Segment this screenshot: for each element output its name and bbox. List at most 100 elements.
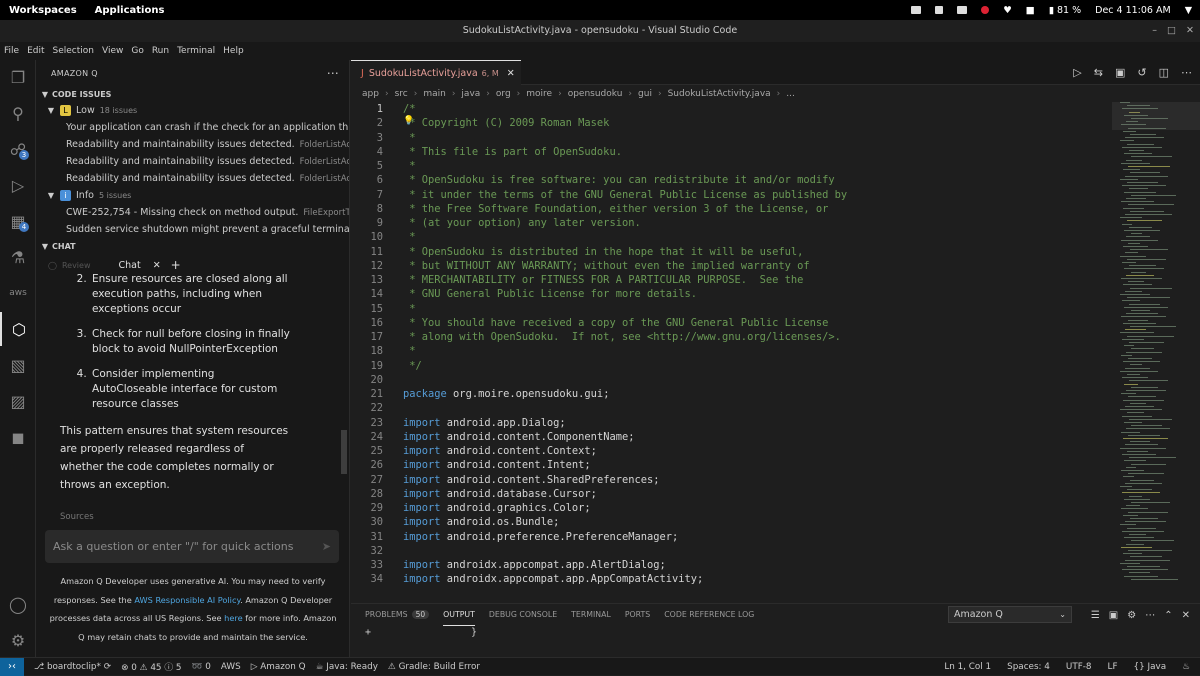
breadcrumb-item[interactable]: src <box>395 89 408 99</box>
problems-status[interactable]: ⊗ 0 ⚠ 45 ⓘ 5 <box>121 660 181 673</box>
amazon-q-status[interactable]: ▷ Amazon Q <box>251 662 306 672</box>
issue-group-info[interactable]: ▼ i Info 5 issues <box>36 187 349 204</box>
minimap-viewport[interactable] <box>1112 102 1200 130</box>
source-control-icon[interactable]: ☍ 3 <box>0 132 36 166</box>
breadcrumb-item[interactable]: app <box>362 89 379 99</box>
line-ending[interactable]: LF <box>1108 662 1118 672</box>
close-tab-icon[interactable]: ✕ <box>153 260 161 271</box>
sync-icon[interactable]: ⟳ <box>104 662 111 672</box>
code-line[interactable]: * OpenSudoku is free software: you can r… <box>403 174 834 186</box>
chat-scrollbar[interactable] <box>341 430 347 474</box>
code-editor[interactable]: 1/* 2 * Copyright (C) 2009 Roman Masek 💡 3 … <box>351 102 1111 592</box>
tab-problems[interactable]: PROBLEMS 50 <box>365 604 430 626</box>
testing-icon[interactable]: ⚗ <box>0 240 36 274</box>
applications-button[interactable]: Applications <box>86 5 174 16</box>
extensions-icon[interactable]: ▦ 4 <box>0 204 36 238</box>
menu-terminal[interactable]: Terminal <box>173 46 219 56</box>
code-line[interactable]: import android.graphics.Color; <box>403 502 591 514</box>
code-line[interactable]: * <box>403 231 415 243</box>
more-actions-icon[interactable]: ⋯ <box>1145 610 1155 621</box>
code-line[interactable]: import android.os.Bundle; <box>403 516 559 528</box>
maximize-panel-icon[interactable]: ⌃ <box>1164 610 1172 621</box>
menu-edit[interactable]: Edit <box>23 46 48 56</box>
tab-output[interactable]: OUTPUT <box>443 604 475 626</box>
run-debug-icon[interactable]: ▷ <box>0 168 36 202</box>
code-line[interactable]: * This file is part of OpenSudoku. <box>403 146 622 158</box>
send-icon[interactable]: ➤ <box>322 530 331 563</box>
tab-code-reference-log[interactable]: CODE REFERENCE LOG <box>664 604 754 626</box>
battery-status[interactable]: ▮ 81 % <box>1049 5 1081 16</box>
search-icon[interactable]: ⚲ <box>0 96 36 130</box>
tab-review[interactable]: Review <box>62 261 91 270</box>
breadcrumb-item[interactable]: org <box>496 89 511 99</box>
close-tab-icon[interactable]: ✕ <box>507 68 515 79</box>
menu-selection[interactable]: Selection <box>49 46 98 56</box>
record-icon[interactable] <box>981 6 990 14</box>
tab-chat[interactable]: Chat <box>119 260 141 271</box>
encoding[interactable]: UTF-8 <box>1066 662 1092 672</box>
chat-input[interactable]: Ask a question or enter "/" for quick ac… <box>45 530 339 563</box>
code-line[interactable]: * the Free Software Foundation, either v… <box>403 203 828 215</box>
run-icon[interactable]: ▷ <box>1073 66 1081 79</box>
here-link[interactable]: here <box>224 613 242 623</box>
language-mode[interactable]: {} Java <box>1134 662 1167 672</box>
menu-run[interactable]: Run <box>148 46 173 56</box>
code-line[interactable]: * OpenSudoku is distributed in the hope … <box>403 246 803 258</box>
workspaces-button[interactable]: Workspaces <box>0 5 86 16</box>
menu-file[interactable]: File <box>0 46 23 56</box>
tab-ports[interactable]: PORTS <box>625 604 650 626</box>
wifi-icon[interactable]: ♥ <box>1003 5 1012 16</box>
issue-item[interactable]: CWE-252,754 - Missing check on method ou… <box>36 204 349 221</box>
clock[interactable]: Dec 4 11:06 AM <box>1095 5 1171 16</box>
issue-item[interactable]: Sudden service shutdown might prevent a … <box>36 221 349 238</box>
breadcrumb-item[interactable]: opensudoku <box>568 89 623 99</box>
code-line[interactable]: * <box>403 303 415 315</box>
issue-group-low[interactable]: ▼ L Low 18 issues <box>36 102 349 119</box>
code-line[interactable]: */ <box>403 360 422 372</box>
more-actions-icon[interactable]: ⋯ <box>1181 66 1192 79</box>
breadcrumb-item[interactable]: java <box>461 89 480 99</box>
aws-icon[interactable]: aws <box>0 276 36 310</box>
code-line[interactable]: * but WITHOUT ANY WARRANTY; without even… <box>403 260 809 272</box>
code-line[interactable]: import android.app.Dialog; <box>403 417 566 429</box>
code-line[interactable]: * GNU General Public License for more de… <box>403 288 697 300</box>
issue-item[interactable]: Readability and maintainability issues d… <box>36 136 349 153</box>
close-panel-icon[interactable]: ✕ <box>1182 610 1190 621</box>
list-icon[interactable]: ☰ <box>1091 610 1100 621</box>
lightbulb-icon[interactable]: 💡 <box>403 116 414 126</box>
code-line[interactable]: * <box>403 345 415 357</box>
minimap[interactable] <box>1112 102 1200 592</box>
breadcrumb-item[interactable]: main <box>423 89 446 99</box>
output-channel-select[interactable]: Amazon Q ⌄ <box>948 606 1072 623</box>
volume-icon[interactable]: ■ <box>1026 5 1035 16</box>
tab-debug-console[interactable]: DEBUG CONSOLE <box>489 604 557 626</box>
open-changes-icon[interactable]: ▣ <box>1115 66 1125 79</box>
go-back-icon[interactable]: ↺ <box>1137 66 1146 79</box>
notifications-icon[interactable]: ▼ <box>1185 5 1192 16</box>
split-editor-icon[interactable]: ◫ <box>1159 66 1169 79</box>
breadcrumb-item[interactable]: ... <box>786 89 795 99</box>
code-issues-section-header[interactable]: ▼ CODE ISSUES <box>36 86 349 102</box>
camera-icon[interactable] <box>935 6 944 14</box>
chat-section-header[interactable]: ▼ CHAT <box>36 238 349 254</box>
java-status[interactable]: ☕ Java: Ready <box>316 662 378 672</box>
issue-item[interactable]: Your application can crash if the check … <box>36 119 349 136</box>
remote-icon[interactable]: ›‹ <box>0 657 24 676</box>
issue-item[interactable]: Readability and maintainability issues d… <box>36 153 349 170</box>
explorer-icon[interactable]: ❐ <box>0 60 36 94</box>
account-icon[interactable]: ◯ <box>0 587 36 621</box>
menu-go[interactable]: Go <box>127 46 147 56</box>
cursor-position[interactable]: Ln 1, Col 1 <box>944 662 991 672</box>
branch-status[interactable]: ⎇ boardtoclip* ⟳ <box>34 662 111 672</box>
gradle-icon[interactable]: ▧ <box>0 348 36 382</box>
code-line[interactable]: import android.database.Cursor; <box>403 488 597 500</box>
code-line[interactable]: import android.content.ComponentName; <box>403 431 634 443</box>
notifications-bell-icon[interactable]: ♨ <box>1182 662 1190 672</box>
maximize-icon[interactable]: □ <box>1167 20 1176 42</box>
tab-sudoku-list-activity[interactable]: J SudokuListActivity.java 6, M ✕ <box>351 60 521 85</box>
indentation[interactable]: Spaces: 4 <box>1007 662 1050 672</box>
breadcrumb-item[interactable]: moire <box>526 89 552 99</box>
ports-status[interactable]: ➿ 0 <box>192 662 211 672</box>
code-line[interactable]: * <box>403 160 415 172</box>
code-line[interactable]: /* <box>403 103 416 115</box>
